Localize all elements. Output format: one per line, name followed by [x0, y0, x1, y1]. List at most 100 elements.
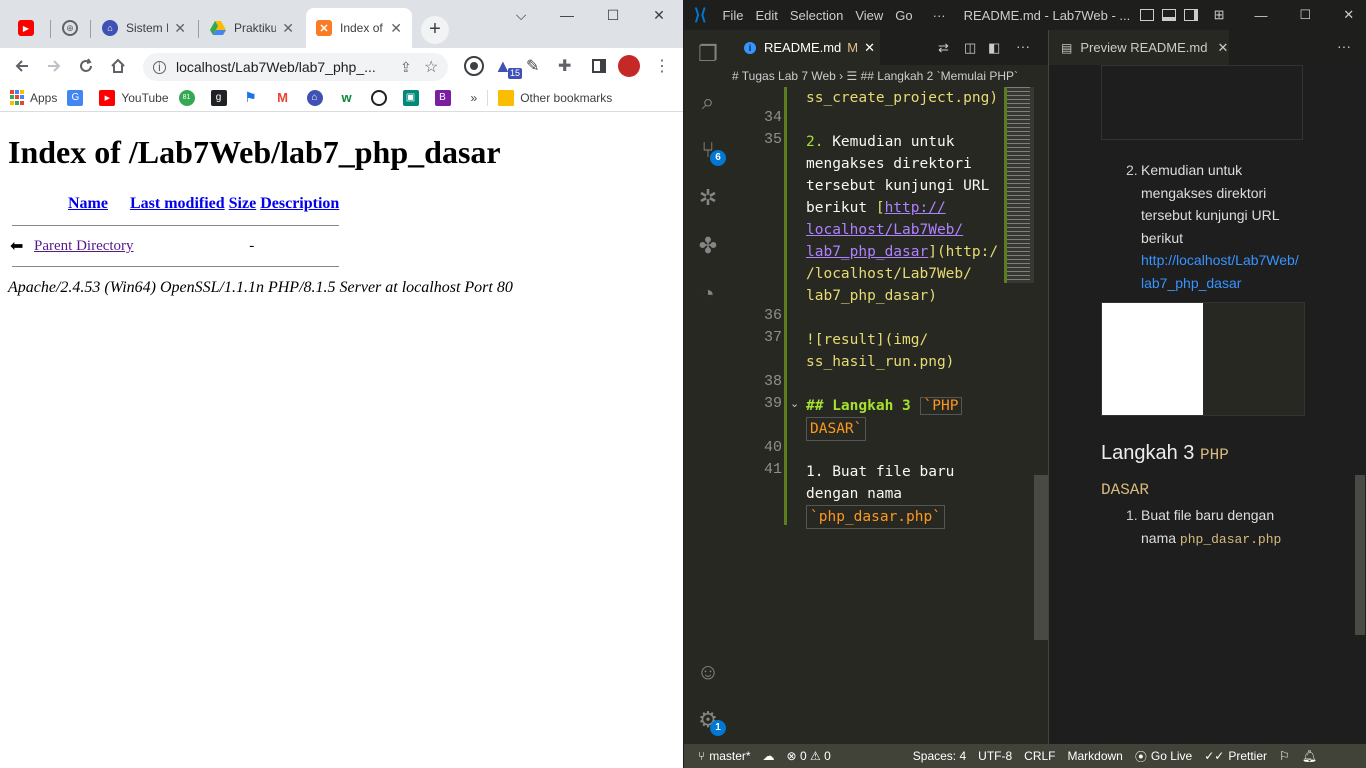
menu-selection[interactable]: Selection — [790, 8, 843, 23]
bookmark-g[interactable]: g — [210, 89, 233, 106]
bookmarks-overflow-button[interactable]: » — [471, 91, 478, 105]
bookmark-meet[interactable]: ▣ — [402, 89, 425, 106]
minimap[interactable] — [1004, 87, 1034, 744]
search-icon[interactable]: ⌕ — [692, 86, 724, 118]
back-button[interactable] — [6, 50, 38, 82]
home-button[interactable] — [102, 50, 134, 82]
bookmark-flag[interactable]: ⚑ — [242, 89, 265, 106]
bookmark-github[interactable] — [370, 89, 393, 106]
preview-link[interactable]: lab7_php_dasar — [1141, 272, 1299, 295]
maximize-button[interactable]: ☐ — [1300, 7, 1312, 23]
indentation-indicator[interactable]: Spaces: 4 — [913, 749, 966, 763]
extensions-puzzle-icon[interactable]: ✚ — [558, 56, 580, 76]
problems-indicator[interactable]: ⊗ 0 ⚠ 0 — [787, 749, 831, 763]
bookmark-university[interactable]: ⌂ — [306, 89, 329, 106]
preview-scrollbar[interactable] — [1355, 475, 1365, 635]
explorer-icon[interactable]: ❐ — [692, 38, 724, 70]
toggle-secondary-sidebar-icon[interactable] — [1183, 9, 1198, 21]
close-icon[interactable]: ✕ — [1217, 40, 1228, 56]
encoding-indicator[interactable]: UTF-8 — [978, 749, 1012, 763]
go-live-button[interactable]: ⦿ Go Live — [1135, 748, 1192, 765]
prettier-indicator[interactable]: ✓✓ Prettier — [1204, 749, 1267, 763]
layout-icon[interactable]: ⊞ — [1214, 7, 1225, 23]
bookmarks-bar: Apps G ▶ YouTube 81 g ⚑ M ⌂ w ▣ B » Other… — [0, 84, 683, 112]
sync-icon[interactable]: ☁ — [763, 749, 775, 763]
last-modified-column-link[interactable]: Last modified — [130, 195, 225, 212]
info-icon[interactable]: i — [153, 60, 166, 74]
profile-avatar[interactable] — [618, 55, 640, 77]
graduation-cap-icon[interactable]: ▲ 15 — [494, 55, 522, 79]
close-icon[interactable]: ✕ — [282, 20, 294, 37]
toggle-panel-icon[interactable] — [1161, 9, 1176, 21]
debug-icon[interactable]: ✲ — [692, 182, 724, 214]
prettier-label: Prettier — [1228, 749, 1268, 763]
feedback-icon[interactable]: ⚐ — [1279, 749, 1290, 763]
tab-index-of[interactable]: ✕ Index of ✕ — [306, 8, 412, 48]
bookmark-81[interactable]: 81 — [178, 89, 201, 106]
language-mode-indicator[interactable]: Markdown — [1068, 749, 1123, 763]
menu-file[interactable]: File — [722, 8, 743, 23]
close-icon[interactable]: ✕ — [864, 40, 875, 56]
bookmark-star-icon[interactable]: ☆ — [424, 57, 448, 77]
eyedropper-icon[interactable]: ✎ — [526, 56, 548, 76]
size-column-link[interactable]: Size — [229, 195, 257, 212]
settings-gear-icon[interactable]: ⚙ 1 — [692, 704, 726, 736]
menu-dots-icon[interactable]: ⋮ — [654, 56, 670, 76]
close-icon[interactable]: ✕ — [390, 20, 402, 37]
editor-scrollbar[interactable] — [1034, 475, 1048, 640]
vscode-window: ⟩⟨ File Edit Selection View Go ··· READM… — [684, 0, 1366, 768]
tab-sistem[interactable]: ⌂ Sistem In ✕ — [92, 8, 196, 48]
extensions-icon[interactable]: ✤ — [692, 230, 724, 262]
code-editor[interactable]: ss_create_project.png) 2. Kemudian untuk… — [806, 87, 1006, 744]
minimize-button[interactable]: — — [1255, 8, 1268, 23]
tab-search-icon[interactable]: ⌵ — [498, 0, 544, 30]
fold-chevron-icon[interactable]: ⌄ — [790, 397, 799, 410]
share-icon[interactable]: ⇪ — [400, 59, 424, 76]
maximize-button[interactable]: ☐ — [590, 0, 636, 30]
breadcrumb[interactable]: # Tugas Lab 7 Web › ☰ ## Langkah 2 `Memu… — [732, 65, 1048, 87]
tab-praktikum[interactable]: Praktiku ✕ — [200, 8, 304, 48]
toggle-sidebar-icon[interactable] — [1139, 9, 1154, 21]
bookmark-apps[interactable]: Apps — [10, 89, 57, 106]
parent-directory-link[interactable]: Parent Directory — [34, 238, 134, 254]
description-column-link[interactable]: Description — [260, 195, 339, 212]
bookmark-translate[interactable]: G — [67, 89, 89, 106]
more-actions-icon[interactable]: ··· — [1016, 38, 1030, 54]
tab-globe[interactable]: ⊕ — [52, 8, 88, 48]
bookmark-youtube[interactable]: ▶ YouTube — [99, 89, 169, 106]
other-bookmarks[interactable]: Other bookmarks — [498, 89, 612, 106]
record-icon[interactable] — [464, 56, 484, 76]
close-window-button[interactable]: ✕ — [1343, 7, 1354, 23]
name-column-link[interactable]: Name — [68, 195, 108, 212]
bookmark-gmail[interactable]: M — [274, 89, 297, 106]
tab-preview-readme[interactable]: ▤ Preview README.md ✕ — [1049, 30, 1229, 65]
source-control-icon[interactable]: ⑂ 6 — [692, 134, 726, 166]
branch-indicator[interactable]: ⑂ master* — [698, 749, 751, 763]
more-actions-icon[interactable]: ··· — [1337, 38, 1351, 54]
url-text[interactable]: localhost/Lab7Web/lab7_php_... — [176, 59, 400, 75]
bookmark-w[interactable]: w — [338, 89, 361, 106]
close-icon[interactable]: ✕ — [174, 20, 186, 37]
menu-edit[interactable]: Edit — [755, 8, 777, 23]
preview-link[interactable]: http://localhost/Lab7Web/ — [1141, 249, 1299, 272]
menu-view[interactable]: View — [855, 8, 883, 23]
menu-go[interactable]: Go — [895, 8, 912, 23]
notifications-bell-icon[interactable]: 🔔︎ — [1302, 749, 1317, 763]
eol-indicator[interactable]: CRLF — [1024, 749, 1055, 763]
open-preview-icon[interactable]: ◫ — [964, 40, 976, 56]
bookmark-b[interactable]: B — [434, 89, 457, 106]
minimize-button[interactable]: — — [544, 0, 590, 30]
github-icon[interactable]: ◔ — [692, 278, 724, 310]
tab-youtube[interactable]: ▶ — [8, 8, 48, 48]
tab-readme[interactable]: i README.md M ✕ — [732, 30, 880, 65]
forward-button[interactable] — [38, 50, 70, 82]
split-editor-icon[interactable]: ◧ — [988, 40, 1000, 56]
new-tab-button[interactable]: + — [421, 16, 449, 44]
reload-button[interactable] — [70, 50, 102, 82]
menu-more[interactable]: ··· — [933, 8, 946, 23]
address-bar[interactable]: i localhost/Lab7Web/lab7_php_... ⇪ ☆ — [143, 53, 448, 81]
close-window-button[interactable]: ✕ — [636, 0, 682, 30]
account-icon[interactable]: ☺ — [692, 656, 724, 688]
compare-changes-icon[interactable]: ⇄ — [938, 40, 949, 56]
side-panel-icon[interactable] — [592, 59, 606, 73]
